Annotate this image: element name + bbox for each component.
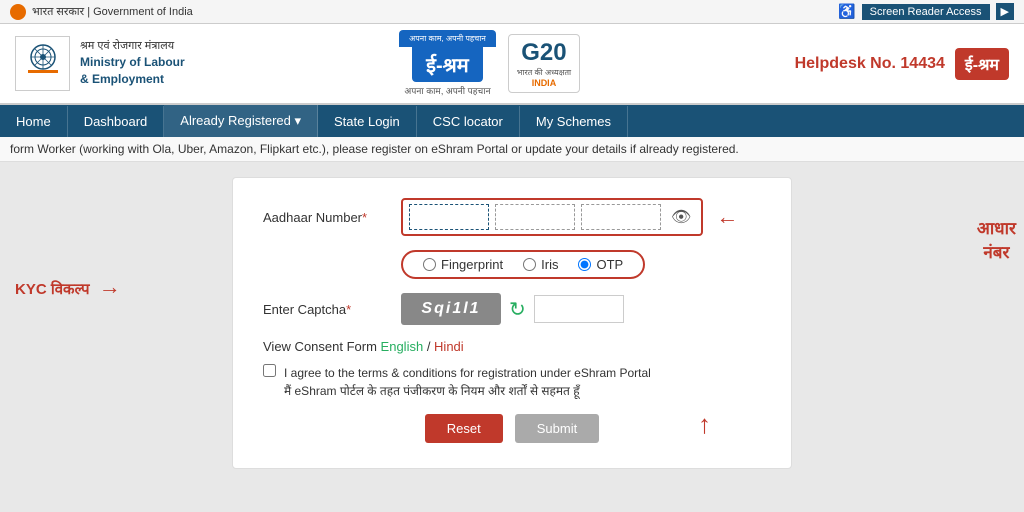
ministry-text: श्रम एवं रोजगार मंत्रालय Ministry of Lab… (80, 39, 185, 88)
kyc-fingerprint[interactable]: Fingerprint (423, 257, 503, 272)
kyc-options-row: Fingerprint Iris OTP (401, 250, 761, 279)
eshram-brand-text: ई-श्रम (412, 47, 483, 82)
aadhaar-annotation: आधार नंबर (977, 217, 1016, 265)
captcha-image: Sqi1l1 (401, 293, 501, 325)
main-content: KYC विकल्प → आधार नंबर Aadhaar Number* 👁 (0, 162, 1024, 484)
site-header: श्रम एवं रोजगार मंत्रालय Ministry of Lab… (0, 24, 1024, 105)
nav-my-schemes[interactable]: My Schemes (520, 106, 628, 137)
nav-dashboard[interactable]: Dashboard (68, 106, 165, 137)
eye-icon[interactable]: 👁 (667, 207, 695, 227)
eshram-center-logo: अपना काम, अपनी पहचान ई-श्रम अपना काम, अप… (399, 30, 496, 97)
accessibility-icon: ♿ (838, 3, 855, 20)
kyc-otp[interactable]: OTP (578, 257, 623, 272)
submit-button[interactable]: Submit (515, 414, 599, 443)
ashoka-icon (10, 4, 26, 20)
govt-emblem (15, 36, 70, 91)
kyc-annotation: KYC विकल्प → (15, 274, 121, 300)
aadhaar-row: Aadhaar Number* 👁 ← (263, 198, 761, 236)
center-logos: अपना काम, अपनी पहचान ई-श्रम अपना काम, अप… (399, 30, 580, 97)
kyc-arrow: → (99, 274, 121, 299)
nav-csc-locator[interactable]: CSC locator (417, 106, 520, 137)
aadhaar-input-group: 👁 (401, 198, 703, 236)
consent-row: I agree to the terms & conditions for re… (263, 364, 761, 400)
submit-arrow: ↑ (698, 409, 711, 440)
aadhaar-part1[interactable] (409, 204, 489, 230)
g20-logo: G20 भारत की अध्यक्षता INDIA (508, 34, 580, 93)
nav-home[interactable]: Home (0, 106, 68, 137)
captcha-label: Enter Captcha* (263, 302, 393, 317)
consent-form-links: View Consent Form English / Hindi (263, 339, 761, 354)
arr-button[interactable]: ▶ (996, 3, 1014, 20)
registration-form: Aadhaar Number* 👁 ← Fingerprint (232, 177, 792, 469)
kyc-iris[interactable]: Iris (523, 257, 558, 272)
captcha-input[interactable] (534, 295, 624, 323)
consent-checkbox[interactable] (263, 364, 276, 377)
nav-already-registered[interactable]: Already Registered ▾ (164, 105, 318, 137)
captcha-row: Enter Captcha* Sqi1l1 ↻ (263, 293, 761, 325)
captcha-refresh-icon[interactable]: ↻ (509, 297, 526, 322)
consent-english-link[interactable]: English (381, 339, 424, 354)
kyc-otp-radio[interactable] (578, 258, 591, 271)
news-ticker: form Worker (working with Ola, Uber, Ama… (0, 137, 1024, 162)
consent-hindi-link[interactable]: Hindi (434, 339, 464, 354)
aadhaar-part3[interactable] (581, 204, 661, 230)
aadhaar-arrow: ← (716, 204, 738, 230)
kyc-iris-radio[interactable] (523, 258, 536, 271)
nav-state-login[interactable]: State Login (318, 106, 417, 137)
eshram-right-logo: ई-श्रम (955, 48, 1009, 80)
screen-reader-button[interactable]: Screen Reader Access (862, 4, 990, 20)
gov-text: भारत सरकार | Government of India (32, 4, 193, 19)
top-bar: भारत सरकार | Government of India ♿ Scree… (0, 0, 1024, 24)
helpdesk-number: Helpdesk No. 14434 (795, 55, 945, 73)
accessibility-controls: ♿ Screen Reader Access ▶ (838, 3, 1014, 20)
consent-text: I agree to the terms & conditions for re… (284, 364, 651, 400)
kyc-fingerprint-radio[interactable] (423, 258, 436, 271)
gov-label: भारत सरकार | Government of India (10, 4, 193, 20)
form-buttons: Reset Submit (263, 414, 761, 443)
reset-button[interactable]: Reset (425, 414, 503, 443)
aadhaar-part2[interactable] (495, 204, 575, 230)
ministry-info: श्रम एवं रोजगार मंत्रालय Ministry of Lab… (15, 36, 185, 91)
header-right: Helpdesk No. 14434 ई-श्रम (795, 48, 1009, 80)
kyc-options-container: Fingerprint Iris OTP (401, 250, 645, 279)
aadhaar-label: Aadhaar Number* (263, 210, 393, 225)
main-nav: Home Dashboard Already Registered ▾ Stat… (0, 105, 1024, 137)
